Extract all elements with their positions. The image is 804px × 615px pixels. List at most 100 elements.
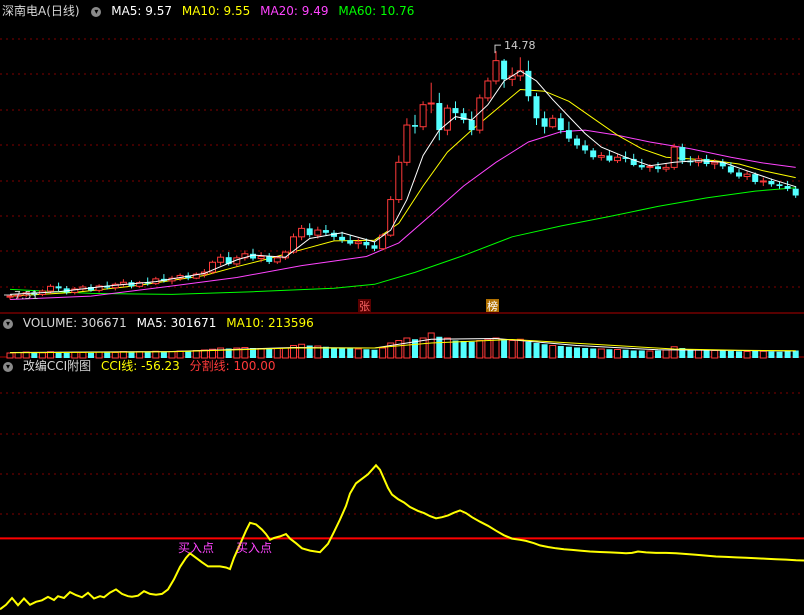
- volume-bar-down: [582, 348, 589, 358]
- volume-bar-down: [460, 341, 467, 358]
- volume-bar-up: [743, 351, 751, 359]
- volume-bar-down: [703, 350, 710, 358]
- ma20-path: [9, 129, 796, 300]
- candle-body-up: [6, 295, 14, 298]
- volume-bar-down: [347, 348, 354, 358]
- cci-path: [0, 463, 804, 611]
- candle-body-up: [427, 102, 435, 105]
- volume-bar-up: [492, 337, 500, 359]
- volume-bar-up: [695, 349, 702, 359]
- volume-bar-down: [468, 341, 475, 358]
- candle-body-up: [759, 180, 767, 183]
- candle-body-up: [484, 80, 492, 99]
- volume-bar-down: [776, 351, 783, 358]
- candle-body-up: [354, 241, 362, 245]
- volume-bar-down: [533, 343, 540, 358]
- volume-bar-up: [476, 340, 484, 359]
- cci-settings-icon[interactable]: ▾: [3, 361, 13, 372]
- zhang-tag: 张: [359, 300, 370, 313]
- candle-body-down: [776, 184, 783, 187]
- buy-point-label: 买入点: [178, 541, 214, 555]
- candle-body-down: [784, 186, 791, 189]
- ma20-line: [9, 129, 796, 300]
- volume-bar-up: [192, 350, 200, 359]
- ma20-value: MA20: 9.49: [260, 4, 329, 18]
- volume-bar-down: [638, 350, 645, 358]
- candle-body-down: [322, 230, 329, 233]
- candle-body-down: [679, 147, 686, 161]
- volume-bar-down: [371, 349, 378, 358]
- candle-body-up: [314, 229, 322, 236]
- volume-bar-down: [792, 350, 799, 358]
- candle-body-down: [768, 180, 775, 185]
- candlesticks: [6, 51, 799, 300]
- volume-value: VOLUME: 306671: [22, 316, 127, 330]
- candle-body-up: [614, 156, 621, 162]
- candle-body-up: [273, 257, 281, 263]
- bang-tag: 榜: [487, 299, 498, 313]
- volume-bar-up: [403, 337, 411, 359]
- volume-ma5-value: MA5: 301671: [136, 316, 217, 330]
- volume-bar-up: [516, 338, 524, 359]
- candle-body-up: [670, 146, 678, 168]
- candle-body-down: [655, 166, 661, 170]
- candle-body-down: [792, 188, 799, 196]
- volume-bar-down: [339, 348, 346, 358]
- candle-body-up: [646, 165, 654, 168]
- volume-bar-up: [395, 340, 403, 359]
- volume-bar-down: [606, 349, 613, 358]
- candle-body-down: [590, 150, 597, 158]
- volume-bar-down: [784, 351, 791, 358]
- candle-body-up: [443, 107, 451, 131]
- ma10-path: [9, 88, 796, 297]
- candle-body-up: [492, 60, 500, 82]
- candle-body-down: [736, 172, 742, 177]
- candle-body-down: [501, 60, 508, 80]
- volume-ma10-path: [9, 338, 796, 354]
- volume-settings-icon[interactable]: ▾: [3, 318, 13, 329]
- candle-body-down: [606, 155, 613, 161]
- volume-bar-up: [646, 350, 654, 359]
- volume-bar-up: [614, 349, 621, 359]
- ma10-line: [9, 88, 796, 297]
- volume-panel-header: ▾ VOLUME: 306671 MA5: 301671 MA10: 21359…: [0, 315, 320, 332]
- candle-body-down: [727, 166, 734, 173]
- candle-body-down: [574, 138, 580, 146]
- volume-bar-up: [711, 350, 719, 359]
- volume-bar-up: [508, 340, 516, 359]
- candle-body-up: [47, 285, 54, 292]
- volume-bar-up: [443, 337, 451, 359]
- ma60-line: [9, 187, 796, 295]
- volume-bar-down: [655, 350, 661, 358]
- volume-bar-down: [768, 351, 775, 358]
- candle-body-down: [582, 145, 589, 151]
- candle-body-down: [306, 228, 313, 236]
- candle-body-down: [371, 245, 378, 249]
- chart-canvas: 14.78 7.51 张 榜买入点 买入点: [0, 38, 804, 611]
- volume-bar-up: [549, 345, 557, 359]
- candle-body-down: [638, 165, 645, 168]
- candle-body-up: [395, 161, 403, 201]
- candle-body-up: [549, 117, 557, 128]
- volume-bar-up: [597, 348, 605, 359]
- candle-body-up: [743, 173, 751, 178]
- buy-point-label: 买入点: [236, 541, 272, 555]
- candle-body-up: [217, 256, 225, 263]
- ma5-path: [9, 70, 796, 295]
- candle-body-down: [412, 125, 418, 127]
- volume-bar-down: [436, 336, 443, 358]
- high-price-label: 14.78: [504, 39, 536, 52]
- volume-bar-down: [557, 346, 564, 358]
- ma10-value: MA10: 9.55: [181, 4, 251, 18]
- volume-bar-up: [759, 350, 767, 359]
- volume-bar-down: [331, 347, 337, 358]
- ma5-line: [9, 70, 796, 295]
- volume-bar-down: [363, 349, 370, 358]
- settings-circle-icon[interactable]: ▾: [91, 6, 102, 17]
- volume-ma-lines: [9, 337, 796, 354]
- candle-body-down: [565, 130, 572, 139]
- candle-body-up: [403, 124, 411, 163]
- volume-bar-up: [257, 348, 265, 359]
- volume-bar-down: [541, 344, 548, 358]
- cci-title: 改编CCI附图: [22, 359, 92, 373]
